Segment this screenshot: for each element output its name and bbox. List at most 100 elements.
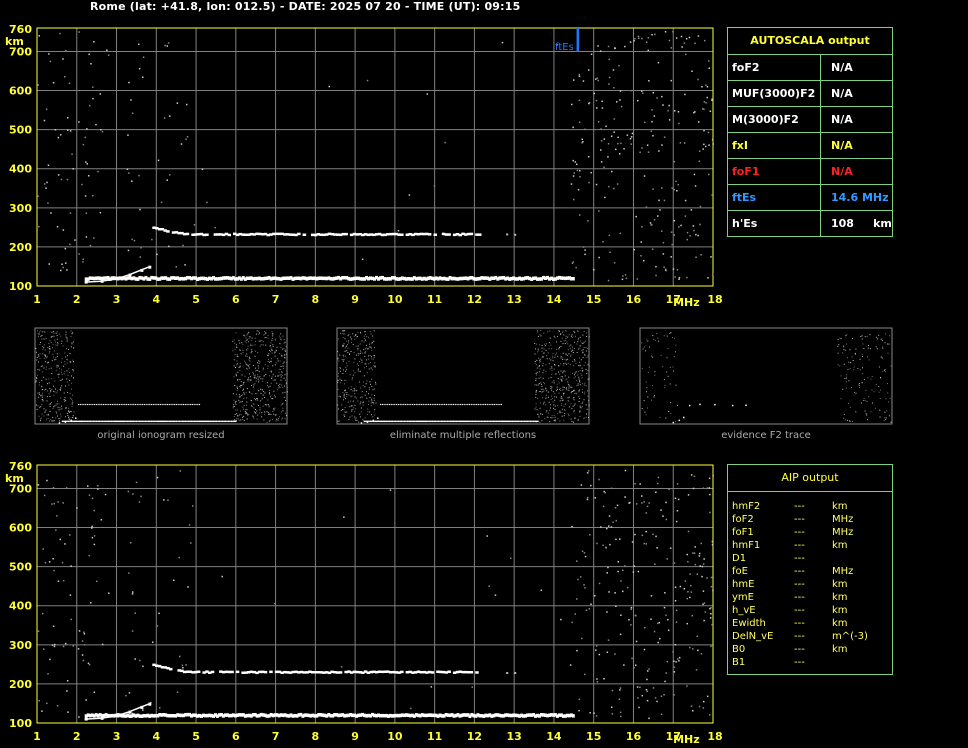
thumb-noise-dot [569,348,571,350]
noise-dot [710,645,712,647]
thumb-noise-dot [274,339,276,341]
thumb-noise-dot [573,377,575,379]
thumb-trace-f [404,403,407,406]
noise-dot [93,509,95,512]
thumb-noise-dot [350,386,352,388]
thumb-noise-dot [47,413,49,415]
thumb-trace-f [474,403,476,406]
noise-dot [617,561,619,563]
thumb-noise-dot [244,335,246,337]
thumb-trace-f [428,403,430,406]
thumb-noise-dot [644,411,646,413]
thumb-noise-dot [249,363,251,365]
autoscala-row-muf3000f2: MUF(3000)F2 N/A [728,81,892,107]
thumb-trace-e [427,420,429,423]
thumb-noise-dot [49,348,50,350]
thumb-noise-dot [545,411,547,413]
thumb-noise-dot [534,353,536,355]
thumb-noise-dot [342,399,344,401]
noise-dot [576,598,578,600]
noise-dot [654,33,656,36]
thumb-noise-dot [254,344,256,346]
aip-param-name: h_vE [732,605,756,616]
x-tick-label: 18 [707,730,722,743]
thumb-noise-dot [641,342,643,344]
thumb-noise-dot [262,405,264,407]
noise-dot [639,686,641,689]
thumb-noise-dot [272,365,274,367]
thumb-trace-e [128,420,130,423]
thumb-noise-dot [554,396,556,398]
noise-dot [410,707,412,710]
thumb-noise-dot [561,412,563,414]
noise-dot [185,664,187,666]
noise-dot [694,42,696,44]
thumb-noise-dot [242,343,244,345]
noise-dot [106,49,108,51]
noise-dot [93,41,95,43]
thumb-noise-dot [280,366,282,367]
noise-dot [697,35,700,37]
thumb-noise-dot [283,361,285,363]
thumb-noise-dot [359,387,361,389]
thumb-noise-dot [45,388,47,390]
thumb-noise-dot [284,350,286,352]
thumb-noise-dot [580,345,582,347]
x-tick-label: 14 [546,730,562,743]
thumb-noise-dot [254,376,256,378]
thumb-noise-dot [574,403,576,405]
thumb-trace-e [184,420,187,423]
thumb-noise-dot [552,360,554,362]
thumb-trace-e [149,420,151,423]
thumb-trace-es [366,421,369,423]
thumb-noise-dot [56,392,58,394]
thumb-noise-dot [887,401,889,403]
noise-dot [662,241,665,244]
thumb-noise-dot [244,375,246,377]
thumb-noise-dot [258,371,260,373]
thumb-trace-e [196,420,199,423]
thumb-noise-dot [369,355,371,357]
aip-param-unit: km [832,579,848,590]
thumb-noise-dot [36,378,38,380]
thumb-noise-dot [866,401,868,402]
thumb-trace-e [81,420,83,423]
noise-dot [690,591,693,593]
thumb-noise-dot [239,366,241,368]
thumb-noise-dot [342,354,344,356]
thumb-trace-e [457,420,459,423]
noise-dot [698,555,701,557]
thumb-trace-e [479,420,481,423]
thumb-trace-e [440,420,443,423]
thumb-trace-f [117,403,119,406]
thumb-trace-e [405,420,407,423]
thumb-noise-dot [345,340,347,342]
thumb-noise-dot [239,349,241,351]
thumb-noise-dot [273,352,275,354]
noise-dot [163,499,165,501]
thumb-noise-dot [543,403,545,405]
thumb-noise-dot [550,399,552,400]
thumb-noise-dot [550,407,551,409]
thumb-noise-dot [38,361,39,363]
thumb-noise-dot [41,392,43,394]
thumb-noise-dot [867,377,869,379]
thumb-trace-f [500,403,503,406]
thumb-noise-dot [38,415,40,417]
thumb-noise-dot [586,372,588,374]
thumb-noise-dot [883,420,885,422]
noise-dot [678,656,681,659]
noise-dot [712,589,714,592]
thumb-noise-dot [41,335,43,336]
thumb-noise-dot [351,410,353,412]
thumb-noise-dot [253,386,255,388]
thumb-noise-dot [576,352,578,353]
noise-dot [645,512,647,514]
thumb-noise-dot [345,345,347,347]
noise-dot [590,603,592,605]
thumb-noise-dot [565,379,567,381]
thumb-noise-dot [572,352,574,353]
thumb-noise-dot [282,402,284,404]
noise-dot [85,699,87,701]
thumb-noise-dot [339,420,340,422]
